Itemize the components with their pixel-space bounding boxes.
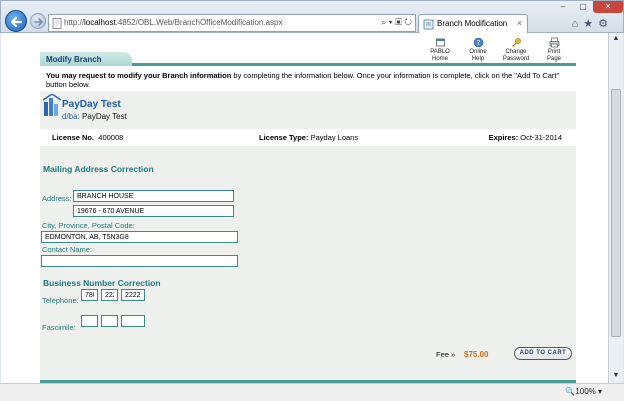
browser-chrome: – ▢ ✕ http://localhost:4852/OBL.Web/Bran… — [0, 0, 624, 34]
page-icon — [52, 18, 62, 29]
key-icon — [511, 38, 521, 47]
fee-label: Fee » — [436, 350, 456, 359]
page-viewport: Modify Branch PABLO Home ? Online Help C… — [1, 33, 608, 383]
print-page-label-2: Page — [546, 56, 561, 62]
status-bar: 🔍100% ▾ — [0, 383, 624, 401]
city-province-postal-input[interactable] — [41, 231, 238, 243]
forward-button[interactable] — [30, 13, 46, 29]
city-label: City, Province, Postal Code: — [42, 221, 135, 230]
arrow-left-icon — [10, 16, 23, 28]
scroll-thumb[interactable] — [611, 89, 621, 337]
address-line2-input[interactable] — [73, 205, 234, 217]
address-bar[interactable]: http://localhost:4852/OBL.Web/BranchOffi… — [48, 14, 416, 32]
online-help-label-2: Help — [471, 56, 485, 62]
intro-bold: You may request to modify your Branch in… — [46, 71, 232, 80]
license-type-label: License Type: — [259, 133, 309, 142]
fax-prefix-input[interactable] — [101, 315, 118, 327]
pablo-home-button[interactable]: PABLO Home — [422, 37, 458, 63]
back-button[interactable] — [5, 10, 27, 32]
maximize-button[interactable]: ▢ — [573, 1, 593, 13]
page-content: Modify Branch PABLO Home ? Online Help C… — [40, 33, 576, 383]
online-help-label-1: Online — [469, 49, 487, 55]
license-row: License No. 400008 License Type: Payday … — [40, 129, 576, 146]
home-icon — [435, 38, 445, 47]
url-path: :4852/OBL.Web/BranchOfficeModification.a… — [115, 18, 283, 27]
address-tools[interactable]: ⌕ ▾ ▣ ↻ — [381, 17, 412, 28]
change-password-label-2: Password — [502, 56, 530, 62]
url-text: http://localhost:4852/OBL.Web/BranchOffi… — [64, 18, 283, 27]
license-number: License No. 400008 — [52, 133, 123, 142]
ie-page-icon — [423, 19, 434, 30]
fax-label: Fascimile: — [42, 323, 76, 332]
print-page-button[interactable]: Print Page — [536, 37, 572, 63]
contact-label: Contact Name: — [42, 245, 93, 254]
correction-form: Mailing Address Correction Address: City… — [40, 149, 576, 382]
telephone-line-input[interactable] — [121, 289, 145, 301]
fax-area-input[interactable] — [81, 315, 98, 327]
branch-panel: PayDay Test d/ba: PayDay Test License No… — [40, 91, 576, 382]
telephone-label: Telephone: — [42, 296, 79, 305]
tab-branch-modification[interactable]: Branch Modification × — [418, 14, 528, 34]
telephone-prefix-input[interactable] — [101, 289, 118, 301]
address-line1-input[interactable] — [73, 190, 234, 202]
license-type: License Type: Payday Loans — [259, 133, 358, 142]
minimize-button[interactable]: – — [553, 1, 573, 13]
zoom-control[interactable]: 🔍100% ▾ — [565, 387, 602, 396]
help-icon: ? — [473, 37, 483, 48]
dba-label: d/ba: — [62, 112, 80, 121]
arrow-right-icon — [34, 18, 43, 26]
close-tab-icon[interactable]: × — [517, 18, 522, 28]
contact-name-input[interactable] — [41, 255, 238, 267]
license-number-label: License No. — [52, 133, 95, 142]
fax-line-input[interactable] — [121, 315, 145, 327]
change-password-label-1: Change — [505, 49, 527, 55]
close-window-button[interactable]: ✕ — [593, 1, 623, 13]
tab-title: Branch Modification — [437, 19, 508, 28]
business-header: PayDay Test d/ba: PayDay Test — [40, 91, 576, 125]
change-password-button[interactable]: Change Password — [498, 37, 534, 63]
dba-line: d/ba: PayDay Test — [62, 112, 127, 121]
telephone-area-input[interactable] — [81, 289, 98, 301]
online-help-button[interactable]: ? Online Help — [460, 37, 496, 63]
expires-value: Oct-31-2014 — [520, 133, 562, 142]
pablo-home-label-2: Home — [431, 56, 448, 62]
pablo-home-label-1: PABLO — [430, 49, 450, 55]
license-expires: Expires: Oct-31-2014 — [489, 133, 562, 142]
print-icon — [549, 37, 559, 48]
vertical-scrollbar[interactable]: ▲ ▼ — [608, 33, 623, 383]
home-favorites-tools-icons[interactable]: ⌂★⚙ — [572, 17, 613, 30]
license-number-value: 400008 — [98, 133, 124, 142]
business-name: PayDay Test — [62, 99, 121, 110]
intro-text: You may request to modify your Branch in… — [46, 71, 576, 89]
scroll-up-icon[interactable]: ▲ — [611, 35, 621, 44]
expires-label: Expires: — [488, 133, 519, 142]
payday-logo-icon — [43, 94, 61, 116]
modify-branch-tab: Modify Branch — [40, 52, 132, 66]
dba-value: PayDay Test — [82, 112, 127, 121]
add-to-cart-button[interactable]: ADD TO CART — [514, 347, 572, 360]
svg-text:?: ? — [476, 39, 480, 47]
mailing-section-title: Mailing Address Correction — [43, 164, 154, 174]
url-host: localhost — [84, 18, 116, 27]
address-label: Address: — [42, 194, 72, 203]
scroll-down-icon[interactable]: ▼ — [611, 372, 621, 381]
print-page-label-1: Print — [547, 49, 561, 55]
url-scheme: http:// — [64, 18, 85, 27]
business-number-section-title: Business Number Correction — [43, 278, 161, 288]
license-type-value: Payday Loans — [310, 133, 359, 142]
fee-amount: $75.00 — [464, 350, 489, 359]
